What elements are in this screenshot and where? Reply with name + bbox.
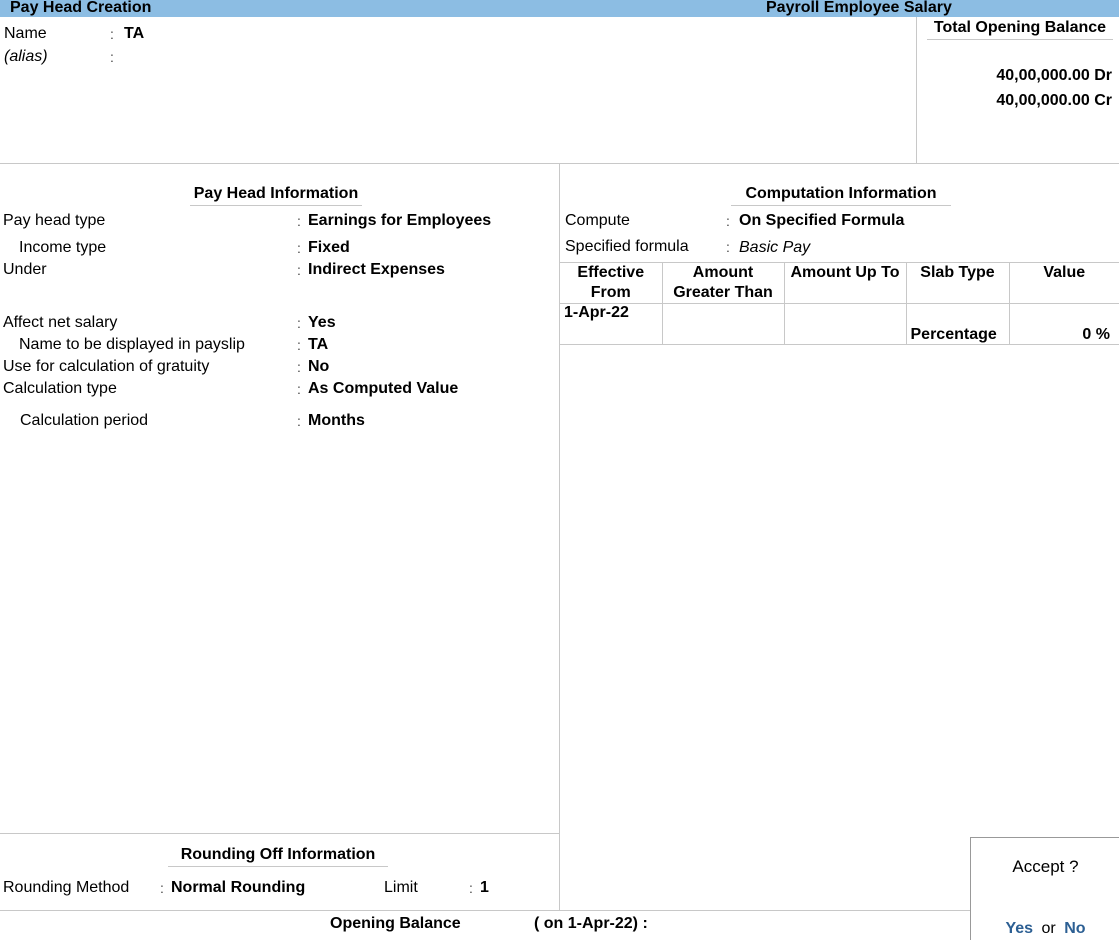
colon: :	[726, 213, 730, 229]
col-amount-greater-than: Amount Greater Than	[661, 262, 785, 304]
opening-balance-date: ( on 1-Apr-22) :	[534, 915, 648, 932]
screen-title: Pay Head Creation	[10, 0, 152, 16]
cell-amount-greater-than[interactable]	[661, 303, 785, 345]
accept-question: Accept ?	[1012, 857, 1079, 876]
col-amount-up-to: Amount Up To	[783, 262, 907, 304]
title-bar: Pay Head Creation Payroll Employee Salar…	[0, 0, 1119, 17]
col-effective-from: Effective From	[560, 262, 663, 304]
pay-head-info-title: Pay Head Information	[190, 185, 362, 206]
colon: :	[297, 359, 301, 375]
calculation-period-field[interactable]: Months	[308, 412, 365, 430]
pay-head-type-field[interactable]: Earnings for Employees	[308, 212, 491, 230]
colon: :	[297, 381, 301, 397]
table-row: 1-Apr-22 Percentage 0 %	[560, 303, 1119, 345]
rounding-method-label: Rounding Method	[3, 879, 130, 896]
footer-divider	[0, 910, 970, 911]
accept-options: Yes or No	[971, 920, 1119, 938]
income-type-label: Income type	[19, 239, 107, 256]
yes-button[interactable]: Yes	[1005, 920, 1033, 937]
col-slab-type: Slab Type	[905, 262, 1010, 304]
name-label: Name	[4, 25, 47, 42]
specified-formula-field[interactable]: Basic Pay	[739, 239, 810, 257]
name-field[interactable]: TA	[124, 25, 144, 43]
limit-label: Limit	[384, 879, 418, 896]
rounding-method-field[interactable]: Normal Rounding	[171, 879, 305, 897]
under-label: Under	[3, 261, 47, 278]
alias-field[interactable]	[124, 48, 324, 66]
colon: :	[297, 262, 301, 278]
specified-formula-label: Specified formula	[565, 238, 689, 255]
gratuity-label: Use for calculation of gratuity	[3, 358, 210, 375]
calculation-period-label: Calculation period	[20, 412, 149, 429]
under-field[interactable]: Indirect Expenses	[308, 261, 445, 279]
alias-label: (alias)	[4, 48, 48, 65]
colon: :	[297, 213, 301, 229]
balance-panel-divider	[916, 17, 917, 163]
slab-table: Effective From Amount Greater Than Amount …	[560, 262, 1119, 345]
rounding-divider	[0, 833, 559, 834]
colon: :	[469, 880, 473, 896]
compute-label: Compute	[565, 212, 630, 229]
colon: :	[726, 239, 730, 255]
company-title: Payroll Employee Salary	[766, 0, 952, 16]
alias-colon: :	[110, 49, 114, 65]
or-text: or	[1041, 920, 1056, 937]
colon: :	[297, 240, 301, 256]
colon: :	[297, 315, 301, 331]
total-opening-balance-title: Total Opening Balance	[927, 19, 1113, 40]
cell-effective-from[interactable]: 1-Apr-22	[560, 303, 663, 345]
cell-slab-type[interactable]: Percentage	[905, 303, 1010, 345]
calculation-type-field[interactable]: As Computed Value	[308, 380, 458, 398]
col-value: Value	[1008, 262, 1119, 304]
compute-field[interactable]: On Specified Formula	[739, 212, 904, 230]
slab-table-header: Effective From Amount Greater Than Amount …	[560, 262, 1119, 304]
opening-balance-label: Opening Balance	[330, 915, 461, 932]
total-balance-cr: 40,00,000.00 Cr	[996, 92, 1112, 109]
cell-value[interactable]: 0 %	[1008, 303, 1119, 345]
computation-info-title: Computation Information	[731, 185, 951, 206]
affect-net-salary-field[interactable]: Yes	[308, 314, 336, 332]
accept-dialog: Accept ? Yes or No	[970, 837, 1119, 940]
no-button[interactable]: No	[1064, 920, 1085, 937]
affect-net-salary-label: Affect net salary	[3, 314, 118, 331]
gratuity-field[interactable]: No	[308, 358, 329, 376]
colon: :	[297, 337, 301, 353]
limit-field[interactable]: 1	[480, 879, 489, 897]
rounding-info-title: Rounding Off Information	[168, 846, 388, 867]
colon: :	[160, 880, 164, 896]
cell-amount-up-to[interactable]	[783, 303, 907, 345]
payslip-name-field[interactable]: TA	[308, 336, 328, 354]
total-balance-dr: 40,00,000.00 Dr	[996, 67, 1112, 84]
income-type-field[interactable]: Fixed	[308, 239, 350, 257]
name-colon: :	[110, 26, 114, 42]
colon: :	[297, 413, 301, 429]
payslip-name-label: Name to be displayed in payslip	[19, 336, 245, 353]
pay-head-type-label: Pay head type	[3, 212, 106, 229]
calculation-type-label: Calculation type	[3, 380, 117, 397]
